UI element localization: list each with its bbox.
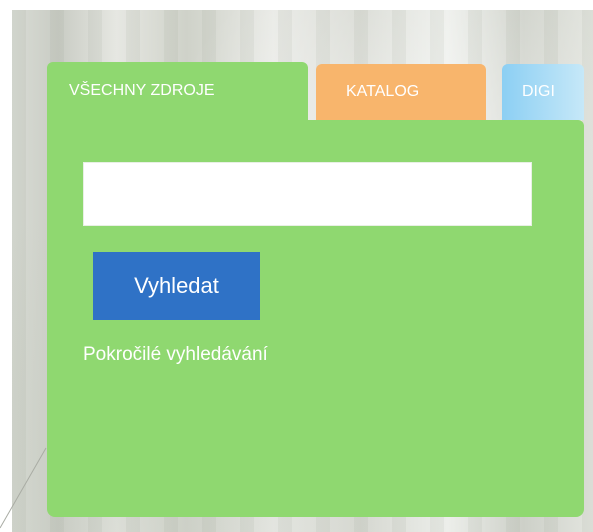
tab-digital[interactable]: DIGI [502, 64, 584, 120]
search-button[interactable]: Vyhledat [93, 252, 260, 320]
search-widget: VŠECHNY ZDROJE KATALOG DIGI Vyhledat Pok… [47, 62, 584, 517]
tab-all-sources[interactable]: VŠECHNY ZDROJE [47, 62, 308, 122]
search-panel: Vyhledat Pokročilé vyhledávání [47, 120, 584, 517]
page: VŠECHNY ZDROJE KATALOG DIGI Vyhledat Pok… [0, 0, 593, 532]
advanced-search-link[interactable]: Pokročilé vyhledávání [83, 344, 268, 366]
search-input[interactable] [83, 162, 532, 226]
tab-catalog[interactable]: KATALOG [316, 64, 486, 120]
